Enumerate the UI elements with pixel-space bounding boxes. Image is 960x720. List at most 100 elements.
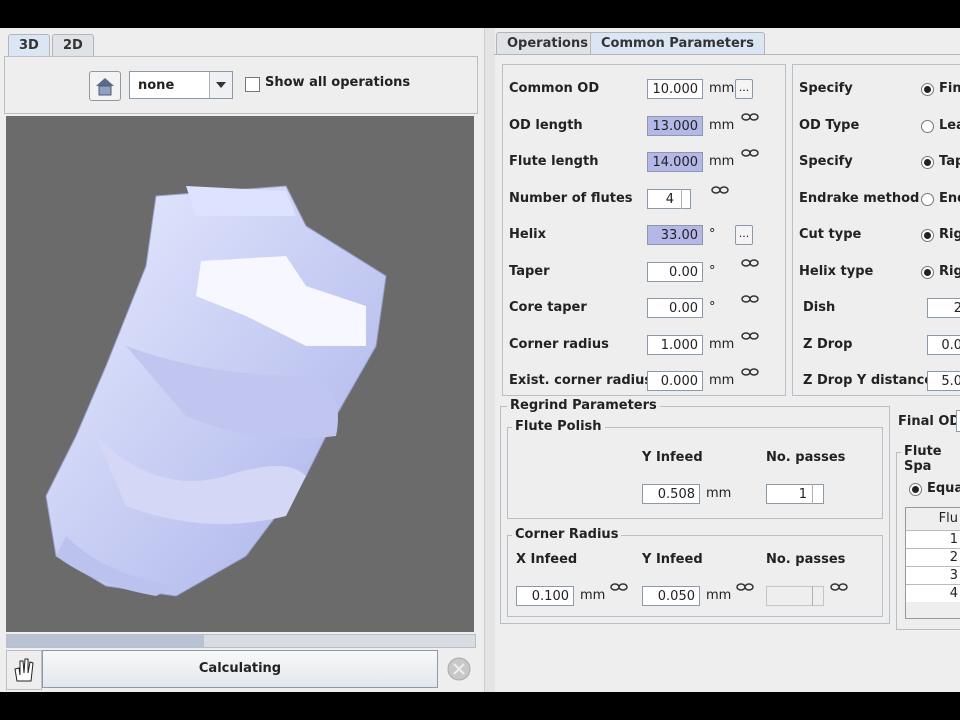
param-field[interactable]: 0.00 (647, 298, 703, 318)
param-unit: ° (709, 300, 716, 315)
cr-y-infeed-label: Y Infeed (642, 552, 703, 567)
flute-spacing-title: Flute Spa (901, 444, 960, 474)
regrind-title: Regrind Parameters (507, 398, 660, 413)
endmill-3d-model (45, 185, 387, 597)
link-icon[interactable] (741, 367, 759, 377)
flute-table-header: Flu (938, 511, 958, 526)
extra-field[interactable]: 0.0 (927, 334, 960, 355)
option-radio[interactable] (921, 83, 934, 96)
show-all-label: Show all operations (265, 75, 411, 90)
param-unit: mm (709, 117, 735, 133)
option-choice: End (939, 190, 960, 206)
home-icon (96, 78, 114, 96)
cr-y-unit: mm (706, 588, 732, 603)
flute-row[interactable]: 1 (906, 530, 960, 548)
param-label: Corner radius (509, 336, 609, 352)
operation-select[interactable]: none (129, 71, 233, 99)
tab-underline (494, 54, 960, 55)
right-panel: Operations Common Parameters Common OD 10… (494, 28, 960, 692)
show-all-checkbox[interactable] (245, 77, 260, 92)
flutes-spinner[interactable] (681, 188, 691, 209)
flute-row[interactable]: 3 (906, 566, 960, 584)
chevron-down-icon[interactable] (209, 72, 232, 98)
tab-operations[interactable]: Operations (496, 32, 599, 55)
cr-passes-spinner[interactable] (812, 586, 822, 606)
link-icon[interactable] (741, 294, 759, 304)
param-field[interactable]: 13.000 (647, 115, 703, 136)
stop-button[interactable] (444, 652, 474, 686)
flute-row[interactable]: 2 (906, 548, 960, 566)
hand-tool-button[interactable] (6, 650, 42, 690)
cr-x-infeed-field[interactable]: 0.100 (516, 586, 574, 606)
corner-radius-title: Corner Radius (512, 527, 622, 542)
fp-passes-label: No. passes (766, 450, 846, 465)
param-field[interactable]: 14.000 (647, 152, 703, 172)
fp-unit: mm (706, 486, 732, 501)
fp-y-infeed-field[interactable]: 0.508 (642, 484, 700, 504)
extra-field[interactable]: 2 (927, 298, 960, 318)
more-button[interactable]: ... (735, 225, 753, 245)
param-label: Taper (509, 263, 550, 279)
param-field[interactable]: 0.000 (647, 371, 703, 391)
view-toolbar: none Show all operations (4, 56, 478, 114)
geometry-params-box: Common OD 10.000 mm... OD length 13.000 mm Flu… (502, 64, 786, 396)
left-panel: 3D 2D none Show all operations Calculati… (4, 34, 480, 692)
regrind-params-box: Regrind Parameters Flute Polish Y Infeed… (500, 398, 890, 624)
progress-fill (7, 635, 204, 647)
link-icon[interactable] (610, 582, 628, 592)
cr-x-unit: mm (580, 588, 606, 603)
link-icon[interactable] (741, 148, 759, 158)
param-unit: mm (709, 81, 735, 96)
param-unit: mm (709, 373, 735, 388)
fp-y-infeed-label: Y Infeed (642, 450, 703, 465)
link-icon[interactable] (830, 582, 848, 592)
param-unit: ° (709, 263, 716, 279)
option-radio[interactable] (921, 229, 934, 242)
options-box: Specify Fina OD Type Lea Specify Tap Endrake m… (792, 64, 960, 396)
more-button[interactable]: ... (735, 79, 753, 99)
link-icon[interactable] (711, 185, 729, 195)
flute-spacing-box: Flute Spa Equa Flu 1234 (896, 444, 960, 630)
param-unit: ° (709, 227, 716, 242)
param-unit: mm (709, 336, 735, 352)
option-radio[interactable] (921, 192, 934, 206)
application-window: 3D 2D none Show all operations Calculati… (0, 28, 960, 692)
option-choice: Rig (939, 263, 960, 279)
final-od-field[interactable] (956, 410, 960, 432)
param-field[interactable]: 1.000 (647, 334, 703, 355)
param-label: Helix (509, 227, 546, 242)
link-icon[interactable] (741, 331, 759, 341)
tab-2d[interactable]: 2D (52, 34, 94, 57)
operation-select-value: none (138, 78, 175, 93)
param-field[interactable]: 0.00 (647, 261, 703, 282)
link-icon[interactable] (736, 582, 754, 592)
param-field[interactable]: 10.000 (647, 79, 703, 99)
cancel-icon (447, 657, 471, 681)
calculate-button[interactable]: Calculating (42, 650, 438, 688)
link-icon[interactable] (741, 258, 759, 268)
option-choice: Rig (939, 227, 960, 242)
equal-spacing-radio[interactable] (909, 483, 922, 496)
param-label: Core taper (509, 300, 587, 315)
home-view-button[interactable] (89, 71, 121, 101)
param-label: Number of flutes (509, 190, 633, 206)
3d-viewport[interactable] (6, 116, 474, 632)
link-icon[interactable] (741, 112, 759, 122)
tab-common-parameters[interactable]: Common Parameters (590, 32, 765, 55)
tab-3d[interactable]: 3D (8, 34, 50, 57)
option-choice: Fina (939, 81, 960, 96)
cr-y-infeed-field[interactable]: 0.050 (642, 586, 700, 606)
option-radio[interactable] (921, 119, 934, 133)
option-label: Specify (799, 154, 853, 169)
final-od-label: Final OD (898, 414, 960, 429)
extra-label: Z Drop (803, 336, 853, 352)
param-field[interactable]: 33.00 (647, 225, 703, 245)
extra-field[interactable]: 5.0 (927, 371, 960, 391)
param-unit: mm (709, 154, 735, 169)
option-radio[interactable] (921, 156, 934, 169)
fp-passes-spinner[interactable] (812, 484, 822, 504)
flute-row[interactable]: 4 (906, 584, 960, 602)
progress-bar (6, 634, 476, 648)
option-radio[interactable] (921, 265, 934, 279)
extra-label: Dish (803, 300, 836, 315)
